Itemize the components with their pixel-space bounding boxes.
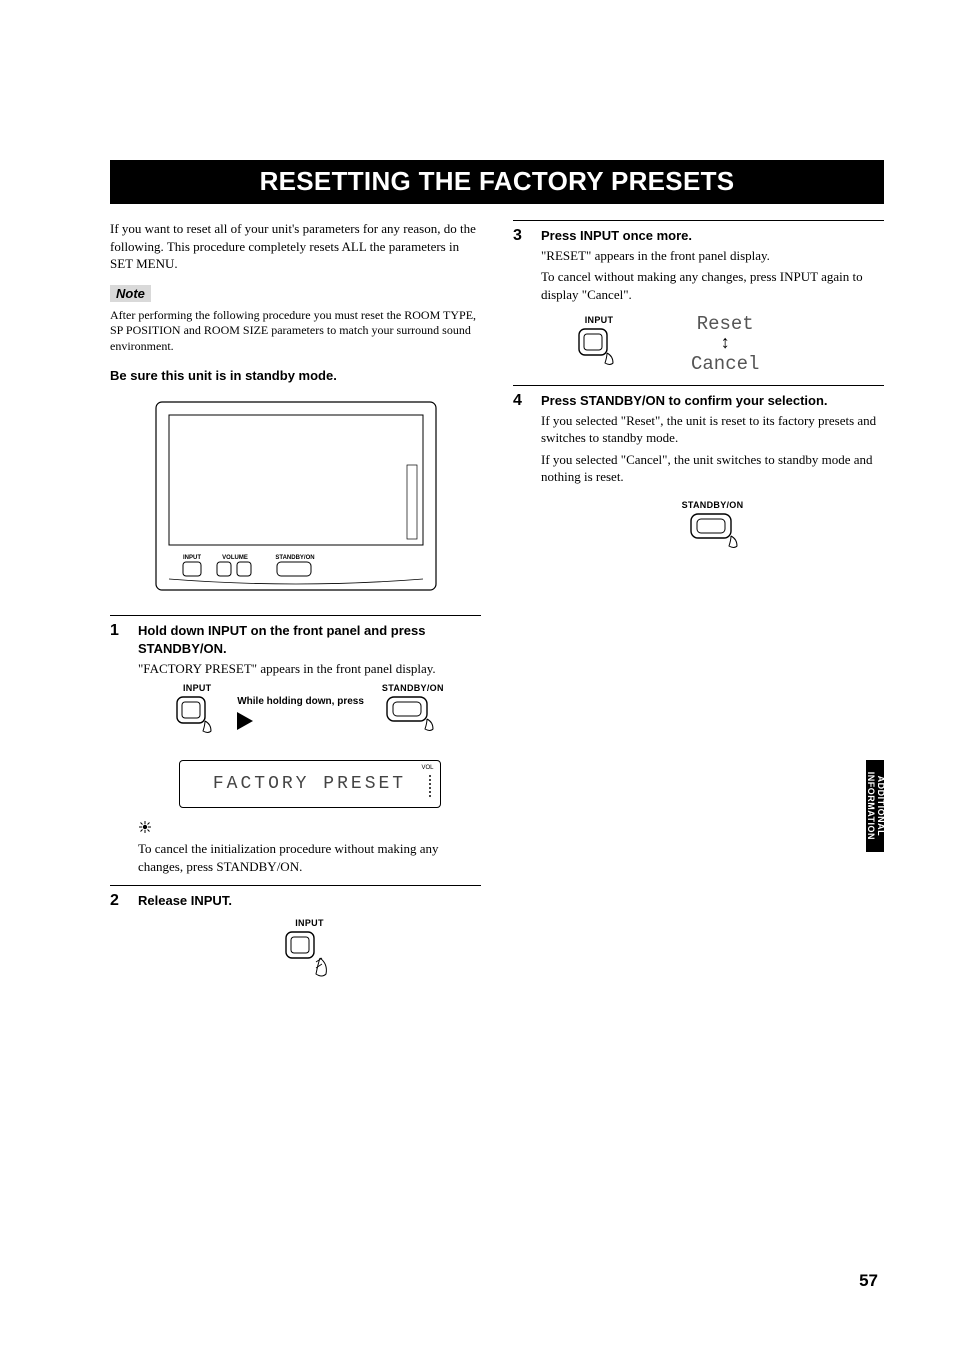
step-4-heading: Press STANDBY/ON to confirm your selecti…: [541, 392, 884, 410]
standby-button-icon: [385, 693, 441, 737]
step-4-standby-label: STANDBY/ON: [541, 500, 884, 510]
step-3-heading: Press INPUT once more.: [541, 227, 884, 245]
release-input-icon: [282, 928, 338, 982]
step-2-input-label: INPUT: [138, 918, 481, 928]
tip-icon: [138, 820, 481, 838]
lcd-text: FACTORY PRESET: [213, 774, 406, 794]
standby-warning: Be sure this unit is in standby mode.: [110, 368, 481, 383]
page-title: RESETTING THE FACTORY PRESETS: [110, 160, 884, 204]
front-panel-illustration: INPUT VOLUME STANDBY/ON: [155, 401, 437, 591]
page-number: 57: [859, 1271, 878, 1291]
lcd-display: FACTORY PRESET VOL: [179, 760, 441, 808]
step-1-hold-label: While holding down, press: [237, 696, 364, 708]
side-tab-line2: INFORMATION: [866, 772, 876, 840]
side-tab: ADDITIONAL INFORMATION: [866, 760, 884, 852]
step-3-text-1: "RESET" appears in the front panel displ…: [541, 247, 884, 265]
step-4-number: 4: [513, 392, 527, 559]
panel-standby-label: STANDBY/ON: [275, 555, 314, 561]
step-2-number: 2: [110, 892, 124, 987]
side-tab-line1: ADDITIONAL: [876, 776, 886, 837]
lcd-vol-meter: [429, 775, 431, 801]
step-2-heading: Release INPUT.: [138, 892, 481, 910]
step-1: 1 Hold down INPUT on the front panel and…: [110, 615, 481, 875]
standby-button-icon: [685, 510, 741, 554]
note-text: After performing the following procedure…: [110, 308, 481, 355]
step-3: 3 Press INPUT once more. "RESET" appears…: [513, 220, 884, 375]
step-3-input-label: INPUT: [577, 315, 621, 325]
panel-volume-label: VOLUME: [222, 555, 248, 561]
intro-paragraph: If you want to reset all of your unit's …: [110, 220, 481, 273]
step-3-number: 3: [513, 227, 527, 375]
note-label: Note: [110, 285, 151, 302]
step-3-text-2: To cancel without making any changes, pr…: [541, 268, 884, 303]
step-1-text: "FACTORY PRESET" appears in the front pa…: [138, 660, 481, 678]
step-1-heading: Hold down INPUT on the front panel and p…: [138, 622, 481, 657]
step-1-tip: To cancel the initialization procedure w…: [138, 840, 481, 875]
step-1-standby-label: STANDBY/ON: [382, 683, 444, 693]
input-button-icon: [577, 325, 621, 369]
step-2: 2 Release INPUT. INPUT: [110, 885, 481, 987]
right-arrow-icon: [237, 712, 253, 730]
up-down-arrow-icon: ↕: [720, 335, 731, 353]
cancel-label: Cancel: [691, 353, 759, 375]
step-1-number: 1: [110, 622, 124, 808]
step-4-text-2: If you selected "Cancel", the unit switc…: [541, 451, 884, 486]
reset-label: Reset: [697, 313, 754, 335]
step-4-text-1: If you selected "Reset", the unit is res…: [541, 412, 884, 447]
input-button-icon: [175, 693, 219, 737]
lcd-vol-label: VOL: [421, 765, 433, 771]
step-4: 4 Press STANDBY/ON to confirm your selec…: [513, 385, 884, 559]
panel-input-label: INPUT: [183, 555, 201, 561]
step-1-input-label: INPUT: [175, 683, 219, 693]
